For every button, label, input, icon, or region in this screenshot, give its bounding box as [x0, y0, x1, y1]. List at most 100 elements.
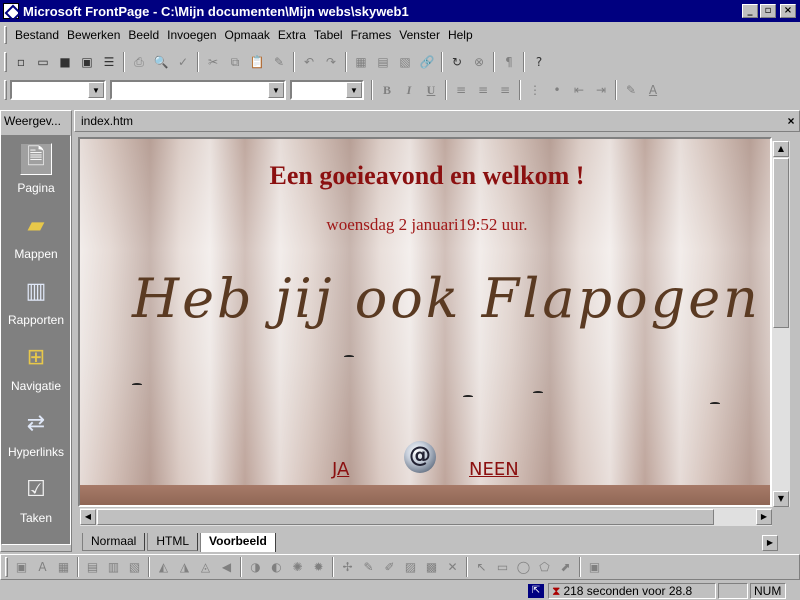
highlight-icon[interactable]: ✎: [620, 80, 642, 101]
neen-link[interactable]: NEEN: [469, 459, 519, 480]
bullets-icon[interactable]: •: [546, 80, 568, 101]
toolbar-grip[interactable]: [4, 52, 7, 72]
wash-out-icon[interactable]: ▨: [400, 557, 421, 578]
close-button[interactable]: ×: [780, 4, 796, 18]
horizontal-scroll-thumb[interactable]: [97, 509, 714, 525]
polygon-hotspot-icon[interactable]: ⬠: [534, 557, 555, 578]
show-all-icon[interactable]: ¶: [498, 52, 520, 73]
help-icon[interactable]: ?: [528, 52, 550, 73]
toolbar-grip[interactable]: [5, 557, 8, 577]
align-left-icon[interactable]: ≡: [450, 80, 472, 101]
minimize-button[interactable]: _: [742, 4, 758, 18]
menu-tabel[interactable]: Tabel: [310, 25, 347, 45]
scroll-right-icon[interactable]: ▶: [756, 509, 772, 525]
paste-icon[interactable]: 📋: [246, 52, 268, 73]
email-globe-icon[interactable]: @: [404, 441, 436, 473]
vertical-scroll-thumb[interactable]: [773, 158, 789, 328]
bevel-icon[interactable]: ▩: [421, 557, 442, 578]
chevron-down-icon[interactable]: ▼: [88, 82, 104, 98]
menu-bewerken[interactable]: Bewerken: [63, 25, 124, 45]
flip-vertical-icon[interactable]: ◀: [216, 557, 237, 578]
more-contrast-icon[interactable]: ◑: [245, 557, 266, 578]
format-painter-icon[interactable]: ✎: [268, 52, 290, 73]
center-icon[interactable]: ≡: [472, 80, 494, 101]
more-brightness-icon[interactable]: ✺: [287, 557, 308, 578]
frontpage-icon[interactable]: [3, 3, 19, 19]
menu-beeld[interactable]: Beeld: [124, 25, 163, 45]
scroll-left-icon[interactable]: ◀: [80, 509, 96, 525]
align-right-icon[interactable]: ≡: [494, 80, 516, 101]
tab-voorbeeld[interactable]: Voorbeeld: [200, 533, 276, 552]
scroll-up-icon[interactable]: ▲: [773, 141, 789, 157]
view-rapporten[interactable]: ▥ Rapporten: [2, 268, 70, 334]
chevron-down-icon[interactable]: ▼: [346, 82, 362, 98]
menu-grip[interactable]: [4, 26, 7, 44]
spelling-icon[interactable]: ✓: [172, 52, 194, 73]
select-icon[interactable]: ↖: [471, 557, 492, 578]
style-select[interactable]: ▼: [10, 80, 106, 100]
folder-list-icon[interactable]: ☰: [98, 52, 120, 73]
menu-opmaak[interactable]: Opmaak: [221, 25, 274, 45]
menu-frames[interactable]: Frames: [347, 25, 396, 45]
set-transparent-icon[interactable]: ✎: [358, 557, 379, 578]
new-page-icon[interactable]: ▫: [10, 52, 32, 73]
circle-hotspot-icon[interactable]: ◯: [513, 557, 534, 578]
font-size-select[interactable]: ▼: [290, 80, 364, 100]
insert-picture-icon[interactable]: ▣: [11, 557, 32, 578]
menu-venster[interactable]: Venster: [395, 25, 444, 45]
publish-icon[interactable]: ▣: [76, 52, 98, 73]
font-select[interactable]: ▼: [110, 80, 286, 100]
refresh-icon[interactable]: ↻: [446, 52, 468, 73]
menu-invoegen[interactable]: Invoegen: [163, 25, 220, 45]
scroll-down-icon[interactable]: ▼: [773, 491, 789, 507]
black-white-icon[interactable]: ✐: [379, 557, 400, 578]
menu-help[interactable]: Help: [444, 25, 477, 45]
rectangle-hotspot-icon[interactable]: ▭: [492, 557, 513, 578]
insert-component-icon[interactable]: ▦: [350, 52, 372, 73]
font-color-icon[interactable]: A: [642, 80, 664, 101]
rotate-right-icon[interactable]: ◮: [174, 557, 195, 578]
text-icon[interactable]: A: [32, 557, 53, 578]
view-navigatie[interactable]: ⊞ Navigatie: [2, 334, 70, 400]
tab-normaal[interactable]: Normaal: [82, 533, 146, 551]
restore-button[interactable]: ▫: [760, 4, 776, 18]
restore-picture-icon[interactable]: ▣: [584, 557, 605, 578]
copy-icon[interactable]: ⧉: [224, 52, 246, 73]
toolbar-grip[interactable]: [4, 80, 7, 100]
underline-icon[interactable]: U: [420, 80, 442, 101]
rotate-left-icon[interactable]: ◭: [153, 557, 174, 578]
italic-icon[interactable]: I: [398, 80, 420, 101]
view-mappen[interactable]: ▰ Mappen: [2, 202, 70, 268]
tab-html[interactable]: HTML: [147, 533, 199, 551]
chevron-down-icon[interactable]: ▼: [268, 82, 284, 98]
redo-icon[interactable]: ↷: [320, 52, 342, 73]
cut-icon[interactable]: ✂: [202, 52, 224, 73]
increase-indent-icon[interactable]: ⇥: [590, 80, 612, 101]
less-brightness-icon[interactable]: ✹: [308, 557, 329, 578]
bold-icon[interactable]: B: [376, 80, 398, 101]
close-document-icon[interactable]: ×: [783, 114, 799, 128]
highlight-hotspots-icon[interactable]: ⬈: [555, 557, 576, 578]
view-hyperlinks[interactable]: ⇄ Hyperlinks: [2, 400, 70, 466]
insert-table-icon[interactable]: ▤: [372, 52, 394, 73]
insert-image-icon[interactable]: ▧: [394, 52, 416, 73]
resample-icon[interactable]: ✕: [442, 557, 463, 578]
send-backward-icon[interactable]: ▧: [124, 557, 145, 578]
flip-horizontal-icon[interactable]: ◬: [195, 557, 216, 578]
ja-link[interactable]: JA: [332, 459, 349, 480]
save-icon[interactable]: ■: [54, 52, 76, 73]
hyperlink-icon[interactable]: 🔗: [416, 52, 438, 73]
horizontal-scrollbar[interactable]: ◀ ▶: [80, 508, 772, 526]
undo-icon[interactable]: ↶: [298, 52, 320, 73]
stop-icon[interactable]: ⊗: [468, 52, 490, 73]
menu-extra[interactable]: Extra: [274, 25, 310, 45]
view-pagina[interactable]: 🗎 Pagina: [2, 136, 70, 202]
open-icon[interactable]: ▭: [32, 52, 54, 73]
menu-bestand[interactable]: Bestand: [11, 25, 63, 45]
position-absolutely-icon[interactable]: ▤: [82, 557, 103, 578]
decrease-indent-icon[interactable]: ⇤: [568, 80, 590, 101]
tab-scroll-right-icon[interactable]: ▶: [762, 535, 778, 551]
vertical-scrollbar[interactable]: ▲ ▼: [772, 141, 790, 507]
bring-forward-icon[interactable]: ▥: [103, 557, 124, 578]
numbering-icon[interactable]: ⋮: [524, 80, 546, 101]
